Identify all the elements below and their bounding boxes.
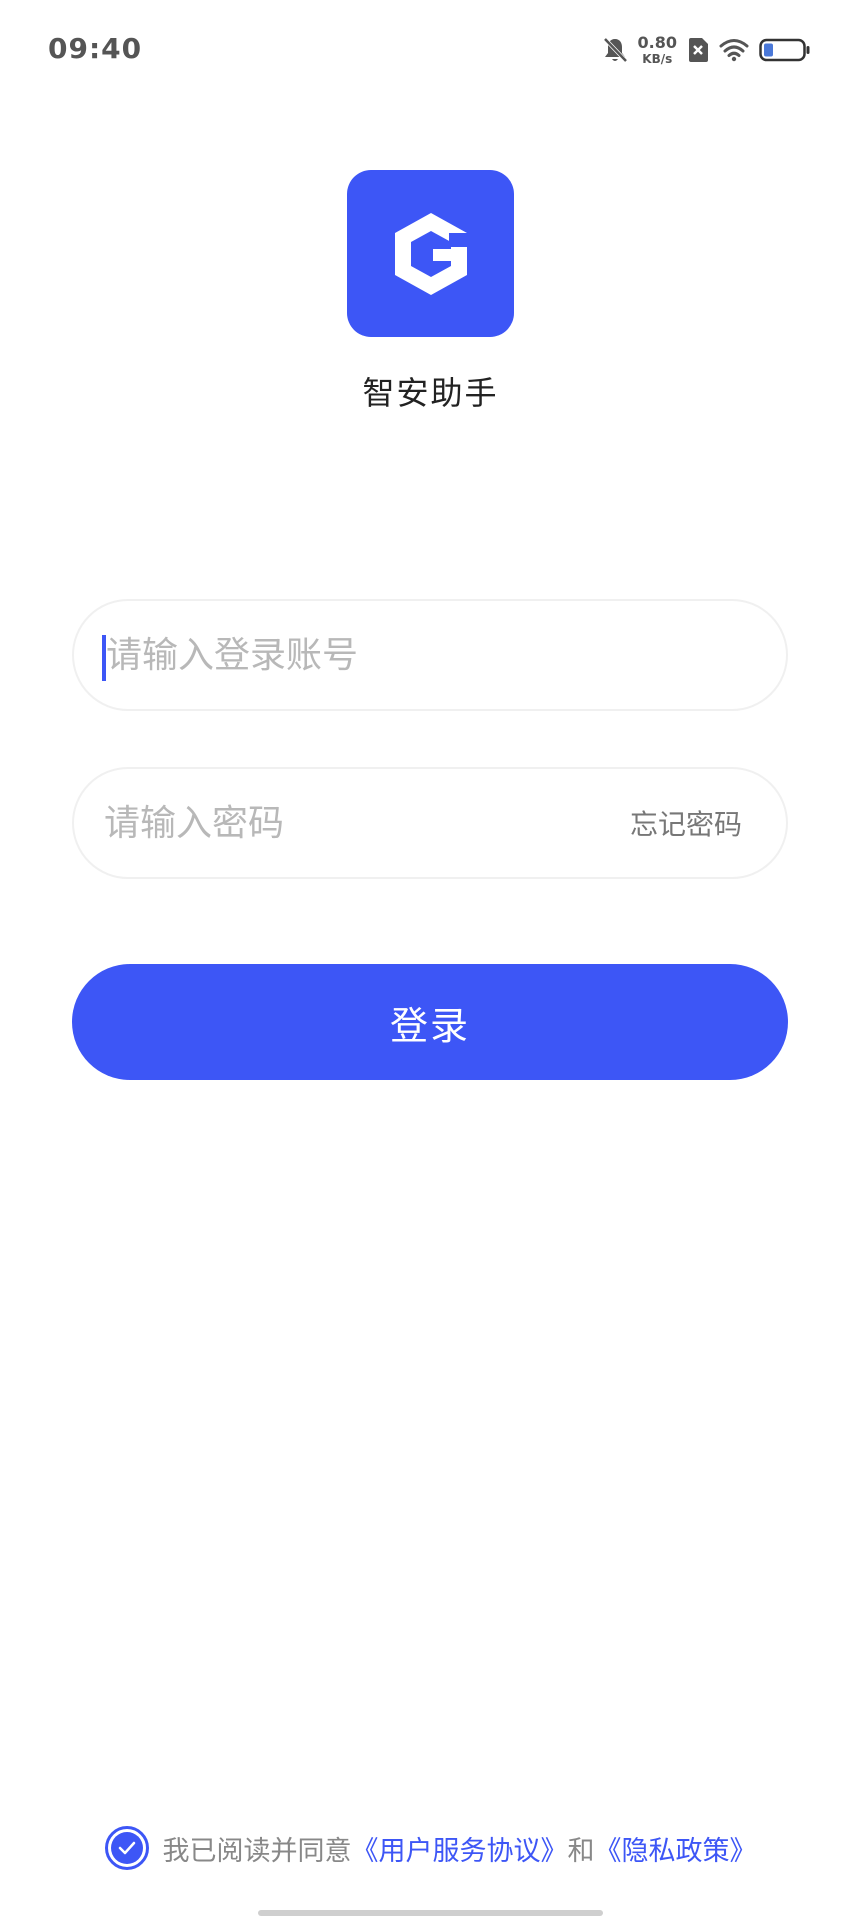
home-indicator[interactable]	[258, 1910, 603, 1916]
net-speed: 0.80 KB/s	[637, 33, 677, 66]
wifi-icon	[719, 38, 749, 62]
password-field[interactable]: 忘记密码	[72, 767, 788, 879]
agreement-checkbox[interactable]	[104, 1826, 149, 1870]
login-button[interactable]: 登录	[72, 964, 788, 1080]
app-logo	[347, 170, 514, 337]
battery-icon	[759, 38, 811, 62]
status-icons: 0.80 KB/s	[602, 32, 811, 68]
privacy-policy-link[interactable]: 《隐私政策》	[595, 1829, 757, 1868]
app-name: 智安助手	[362, 374, 499, 412]
forgot-password-link[interactable]: 忘记密码	[630, 769, 742, 877]
account-field[interactable]	[72, 599, 788, 711]
agreement-prefix: 我已阅读并同意	[162, 1835, 352, 1867]
hexagon-g-logo	[394, 212, 471, 295]
check-icon	[110, 1832, 143, 1864]
text-cursor	[102, 635, 106, 681]
agreement-conjunction: 和	[567, 1835, 595, 1867]
agreement-row: 我已阅读并同意 《用户服务协议》 和 《隐私政策》	[0, 1826, 861, 1870]
bell-muted-icon	[602, 36, 628, 64]
sim-x-icon	[687, 37, 709, 63]
password-input[interactable]	[102, 801, 626, 845]
net-speed-value: 0.80	[637, 33, 677, 52]
status-bar: 09:40 0.80 KB/s	[0, 0, 861, 100]
status-time: 09:40	[48, 32, 143, 65]
account-input[interactable]	[104, 633, 628, 677]
net-speed-unit: KB/s	[642, 52, 673, 66]
user-agreement-link[interactable]: 《用户服务协议》	[352, 1829, 568, 1868]
